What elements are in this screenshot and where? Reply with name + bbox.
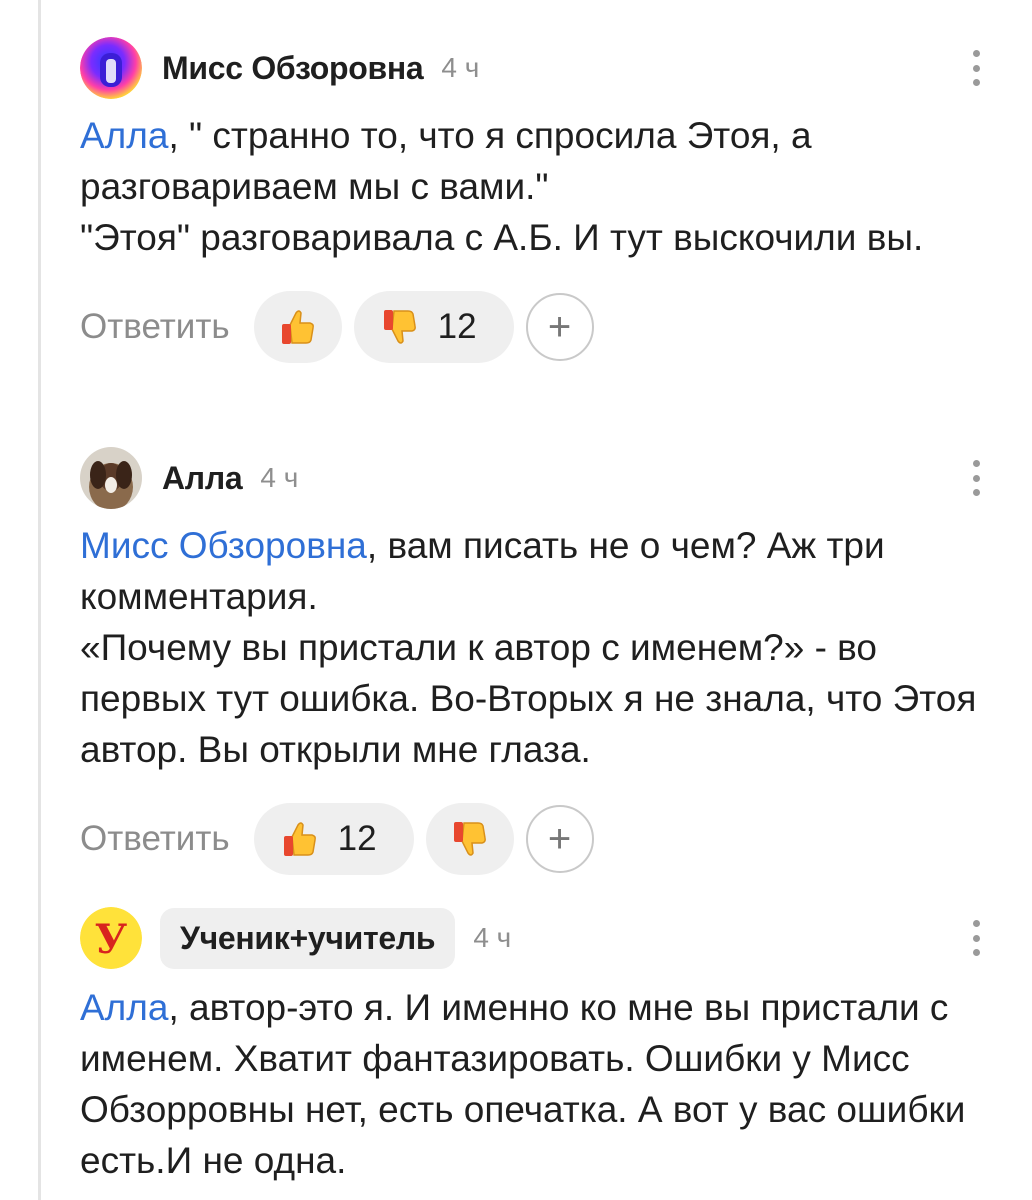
kebab-menu-icon[interactable]: [972, 460, 980, 496]
dislike-button[interactable]: 12: [353, 291, 514, 363]
thumbs-down-icon: [383, 310, 416, 344]
kebab-menu-icon[interactable]: [972, 50, 980, 86]
comment-actions: Ответить 12 +: [80, 291, 1010, 363]
like-count: 12: [337, 819, 377, 858]
kebab-menu-icon[interactable]: [972, 920, 980, 956]
timestamp: 4 ч: [441, 52, 480, 83]
comment: Алла 4 ч Мисс Обзоровна, вам писать не о…: [80, 446, 1010, 875]
comment-header: Мисс Обзоровна 4 ч: [80, 36, 1010, 100]
reply-button[interactable]: Ответить: [80, 819, 230, 859]
thumbs-up-icon: [283, 822, 316, 856]
avatar[interactable]: У: [80, 907, 142, 969]
mention-link[interactable]: Алла: [80, 115, 168, 156]
dislike-count: 12: [437, 307, 477, 346]
comment-text-body: , автор-это я. И именно ко мне вы приста…: [80, 987, 966, 1181]
plus-icon[interactable]: +: [525, 293, 594, 361]
author-name[interactable]: Мисс Обзоровна: [162, 50, 424, 87]
timestamp: 4 ч: [260, 462, 299, 493]
comment: Мисс Обзоровна 4 ч Алла, " странно то, ч…: [80, 36, 1010, 363]
mention-link[interactable]: Алла: [80, 987, 168, 1028]
comment-actions: Ответить 12 +: [80, 803, 1010, 875]
author-name[interactable]: Ученик+учитель: [160, 907, 456, 969]
thumbs-down-icon: [453, 822, 486, 856]
like-button[interactable]: [253, 291, 342, 363]
comment-text-body: , " странно то, что я спросила Этоя, а р…: [80, 115, 812, 207]
like-button[interactable]: 12: [253, 803, 414, 875]
avatar[interactable]: [80, 37, 142, 99]
mention-link[interactable]: Мисс Обзоровна: [80, 525, 367, 566]
thumbs-up-icon: [281, 310, 314, 344]
thread-line: [38, 0, 41, 1200]
comment-text: Мисс Обзоровна, вам писать не о чем? Аж …: [80, 520, 990, 775]
timestamp: 4 ч: [473, 922, 512, 953]
comment-text-line: «Почему вы пристали к автор с именем?» -…: [80, 627, 977, 770]
svg-text:У: У: [95, 916, 128, 963]
reply-button[interactable]: Ответить: [80, 307, 230, 347]
dislike-button[interactable]: [425, 803, 514, 875]
comment-text: Алла, автор-это я. И именно ко мне вы пр…: [80, 982, 990, 1186]
comment-text-line: "Этоя" разговаривала с А.Б. И тут выскоч…: [80, 217, 924, 258]
comment-header: У Ученик+учитель 4 ч: [80, 906, 1010, 970]
plus-icon[interactable]: +: [525, 805, 594, 873]
comment: У Ученик+учитель 4 ч Алла, автор-это я. …: [80, 906, 1010, 1186]
author-name[interactable]: Алла: [162, 460, 243, 497]
comment-header: Алла 4 ч: [80, 446, 1010, 510]
avatar[interactable]: [80, 447, 142, 509]
comment-text: Алла, " странно то, что я спросила Этоя,…: [80, 110, 990, 263]
